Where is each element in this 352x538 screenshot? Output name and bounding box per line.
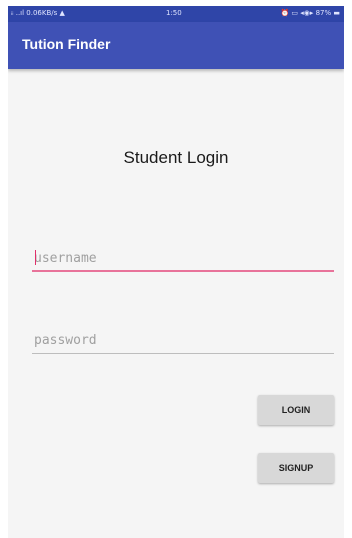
- username-input[interactable]: [32, 246, 334, 270]
- phone-screen: ᵢᵢ ..ıl 0.06KB/s ▲ 1:50 ⏰ ▭ ◂◉▸ 87% ▬ Tu…: [8, 6, 344, 538]
- app-title: Tution Finder: [22, 36, 111, 52]
- network-status: ᵢᵢ ..ıl 0.06KB/s ▲: [11, 9, 65, 17]
- password-input[interactable]: [32, 328, 334, 352]
- battery-status: ⏰ ▭ ◂◉▸ 87% ▬: [280, 9, 340, 17]
- password-field[interactable]: [32, 328, 334, 354]
- signup-button[interactable]: SIGNUP: [258, 453, 334, 483]
- login-heading: Student Login: [123, 148, 229, 167]
- username-field[interactable]: [32, 246, 334, 272]
- status-bar: ᵢᵢ ..ıl 0.06KB/s ▲ 1:50 ⏰ ▭ ◂◉▸ 87% ▬: [8, 6, 344, 22]
- login-button[interactable]: LOGIN: [258, 395, 334, 425]
- username-underline: [32, 270, 334, 272]
- app-bar: Tution Finder: [8, 22, 344, 69]
- text-cursor: [35, 250, 36, 265]
- clock: 1:50: [166, 9, 182, 17]
- password-underline: [32, 353, 334, 354]
